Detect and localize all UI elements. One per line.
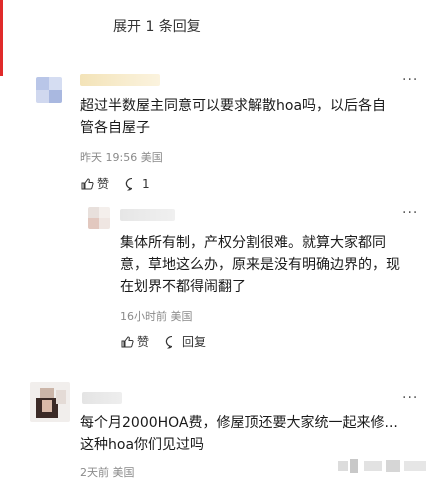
pixelated-avatar-image xyxy=(30,382,70,422)
comment-bubble-icon xyxy=(125,177,133,190)
more-options-icon[interactable]: ··· xyxy=(402,72,418,88)
comment-time: 昨天 19:56 xyxy=(80,151,138,164)
pixelated-avatar-image xyxy=(88,207,110,229)
like-button[interactable]: 赞 xyxy=(80,175,109,192)
comment-actions: 赞 回复 xyxy=(120,333,222,350)
thumbs-up-icon xyxy=(81,177,94,189)
thumbs-up-icon xyxy=(121,335,134,347)
username-blurred[interactable] xyxy=(82,392,122,404)
comment-time: 16小时前 xyxy=(120,310,167,323)
username-blurred[interactable] xyxy=(120,209,175,221)
comment-location: 美国 xyxy=(112,466,135,479)
like-button[interactable]: 赞 xyxy=(120,333,149,350)
accent-edge-bar xyxy=(0,0,3,76)
comment-bubble-icon xyxy=(165,335,173,348)
expand-replies-link[interactable]: 展开 1 条回复 xyxy=(113,16,201,36)
comment-button[interactable]: 1 xyxy=(125,177,150,191)
avatar[interactable] xyxy=(88,207,110,229)
comment-location: 美国 xyxy=(140,151,163,164)
reply-count: 1 xyxy=(142,176,150,191)
pixelated-avatar-image xyxy=(36,77,62,103)
comment-text: 集体所有制，产权分割很难。就算大家都同意，草地这么办，原来是没有明确边界的，现在… xyxy=(120,235,400,295)
watermark-logo-image xyxy=(338,459,426,473)
reply-button[interactable]: 回复 xyxy=(165,333,206,350)
comment-text: 超过半数屋主同意可以要求解散hoa吗，以后各自管各自屋子 xyxy=(80,98,387,136)
comment-time: 2天前 xyxy=(80,466,109,479)
more-options-icon[interactable]: ··· xyxy=(402,205,418,221)
comment-actions: 赞 1 xyxy=(80,175,166,192)
watermark xyxy=(338,455,434,477)
reply-label: 回复 xyxy=(182,335,207,349)
more-options-icon[interactable]: ··· xyxy=(402,390,418,406)
like-label: 赞 xyxy=(97,177,110,191)
avatar[interactable] xyxy=(36,77,62,103)
username-blurred[interactable] xyxy=(80,74,160,86)
avatar[interactable] xyxy=(30,382,70,422)
comment-text: 每个月2000HOA费，修屋顶还要大家统一起来修...这种hoa你们见过吗 xyxy=(80,415,398,453)
comment-meta: 2天前 美国 xyxy=(80,464,135,480)
comment-meta: 昨天 19:56 美国 xyxy=(80,149,163,165)
like-label: 赞 xyxy=(137,335,150,349)
comment-meta: 16小时前 美国 xyxy=(120,308,193,324)
comment-location: 美国 xyxy=(170,310,193,323)
